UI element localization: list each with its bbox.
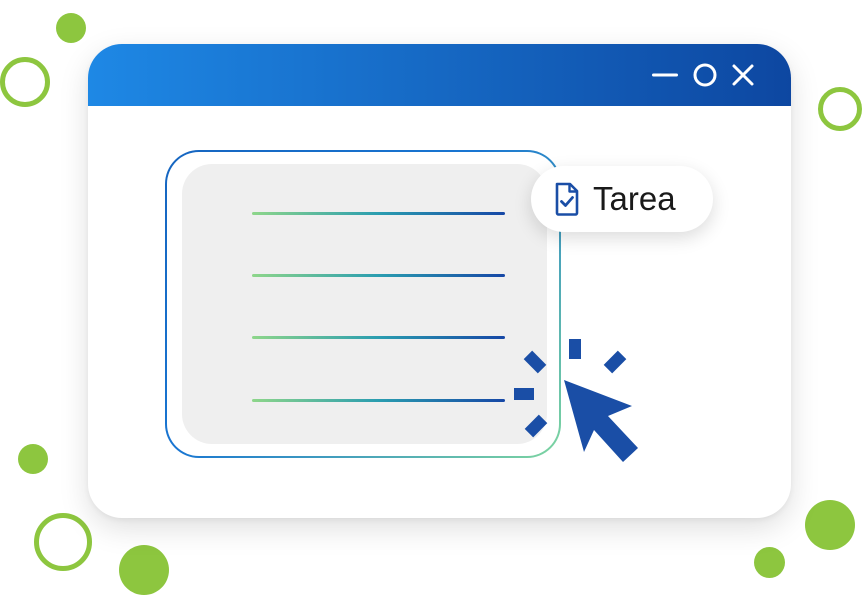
minimize-button[interactable] bbox=[648, 44, 682, 106]
decor-dot bbox=[805, 500, 855, 550]
text-line-placeholder bbox=[252, 212, 505, 215]
chip-label: Tarea bbox=[593, 180, 676, 217]
close-button[interactable] bbox=[726, 44, 760, 106]
decor-ring bbox=[0, 57, 50, 107]
minimize-icon bbox=[652, 73, 678, 77]
decor-dot bbox=[18, 444, 48, 474]
title-bar bbox=[88, 44, 791, 106]
close-icon bbox=[732, 64, 754, 86]
task-card-body bbox=[182, 164, 547, 444]
maximize-icon bbox=[693, 63, 717, 87]
pointer-click-icon bbox=[514, 339, 638, 462]
decor-dot bbox=[56, 13, 86, 43]
text-line-placeholder bbox=[252, 274, 505, 277]
task-card[interactable] bbox=[165, 150, 561, 458]
text-line-placeholder bbox=[252, 336, 505, 339]
task-chip[interactable]: Tarea bbox=[531, 166, 713, 232]
decor-dot bbox=[754, 547, 785, 578]
decor-ring bbox=[818, 87, 862, 131]
maximize-button[interactable] bbox=[688, 44, 722, 106]
document-check-icon bbox=[555, 182, 579, 216]
text-line-placeholder bbox=[252, 399, 505, 402]
decor-dot bbox=[119, 545, 169, 595]
decor-ring bbox=[34, 513, 92, 571]
